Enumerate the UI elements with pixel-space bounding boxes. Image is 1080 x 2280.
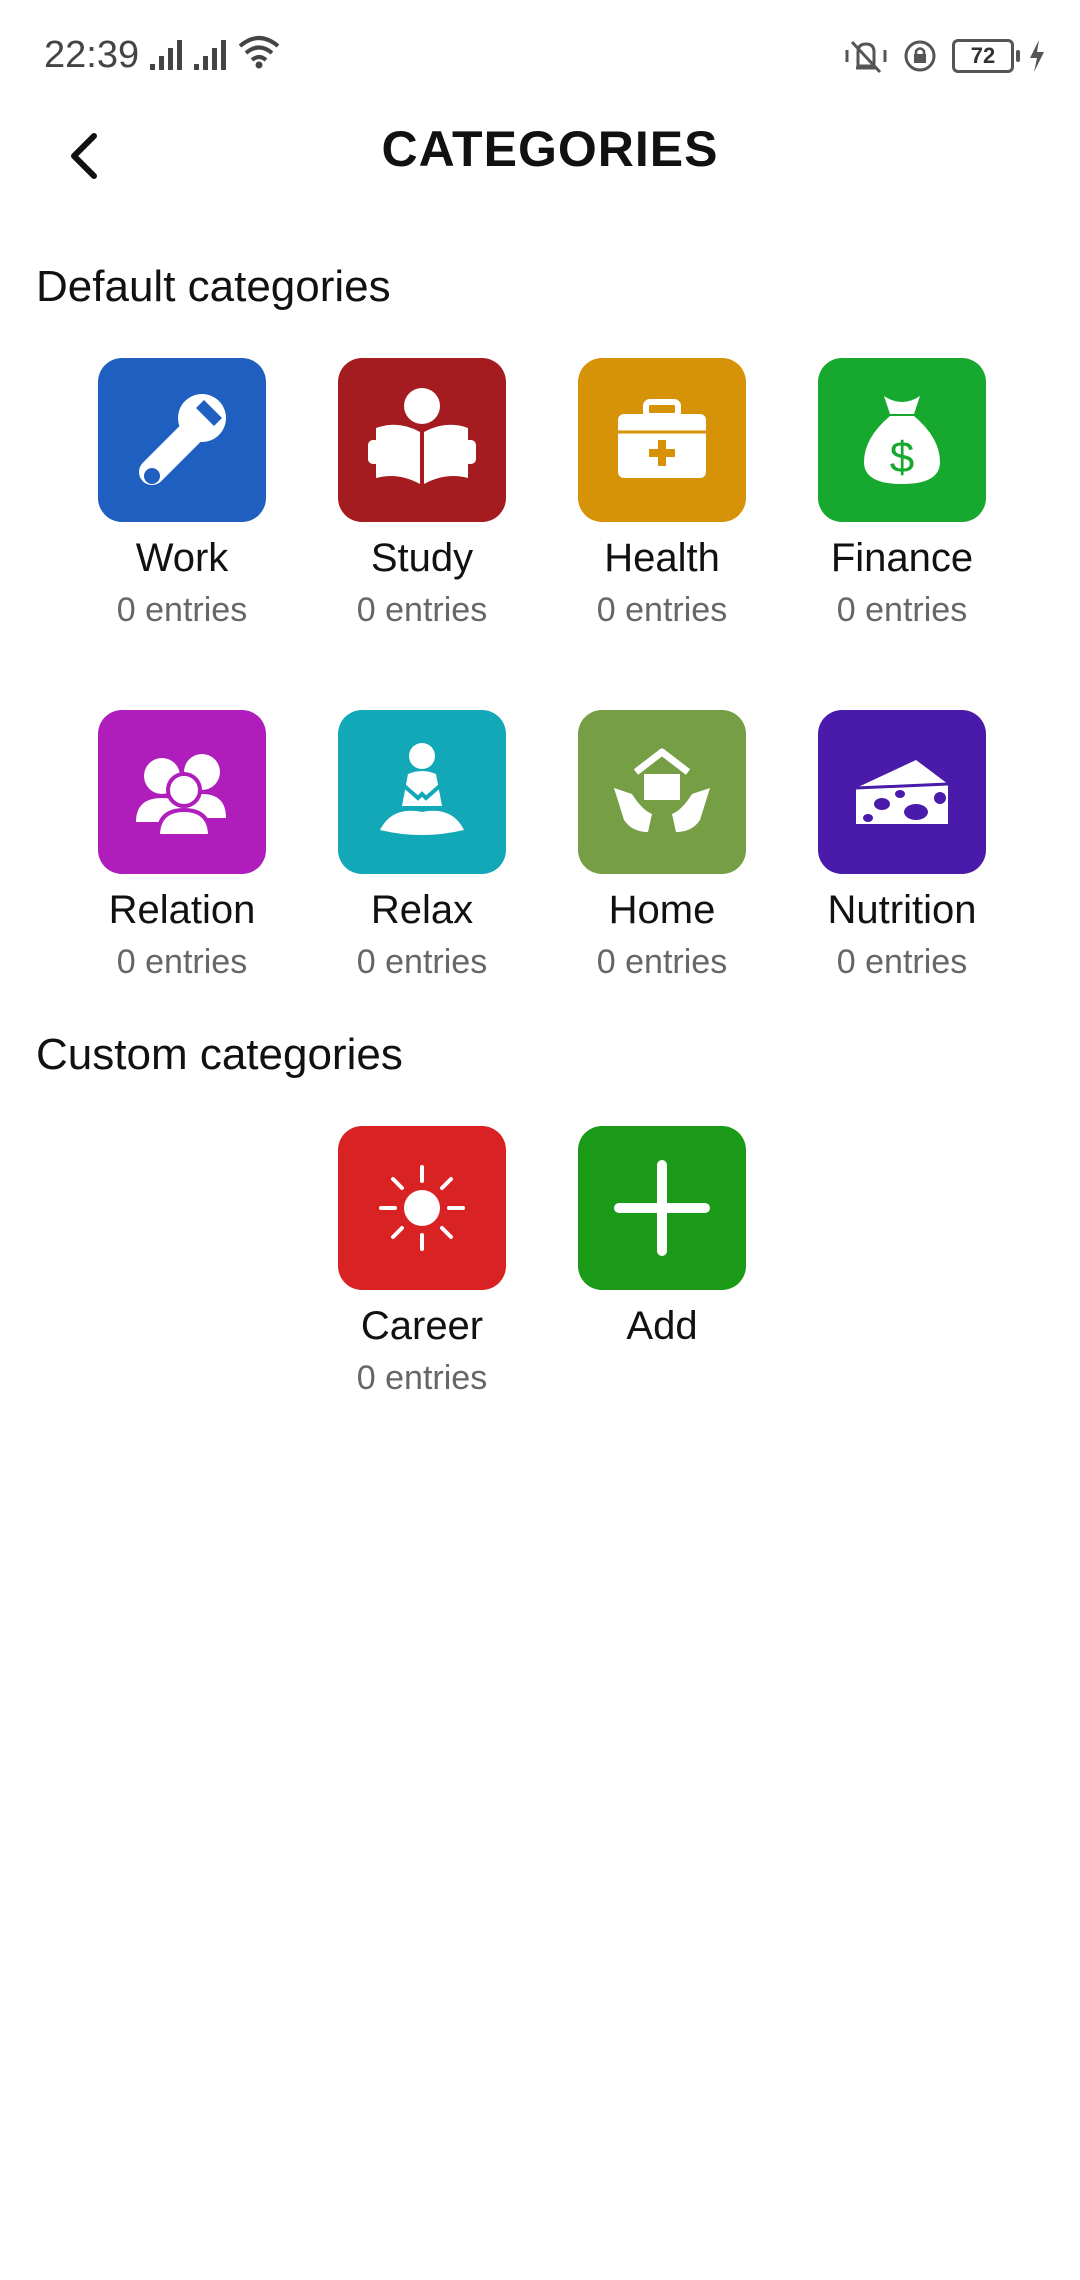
charging-icon xyxy=(1030,40,1044,72)
category-finance-icon-box: $ xyxy=(818,358,986,522)
custom-categories-heading: Custom categories xyxy=(36,1030,403,1079)
category-count: 0 entries xyxy=(116,591,248,629)
sun-icon xyxy=(379,1165,465,1251)
category-count: 0 entries xyxy=(596,591,728,629)
category-relation[interactable]: Relation 0 entries xyxy=(62,710,302,982)
meditation-icon xyxy=(380,743,464,835)
status-time: 22:39 xyxy=(44,34,140,76)
category-label: Nutrition xyxy=(827,888,977,932)
cheese-icon xyxy=(855,760,949,824)
category-label: Finance xyxy=(830,536,974,580)
status-bar: 22:39 72 xyxy=(0,0,1080,110)
category-nutrition[interactable]: Nutrition 0 entries xyxy=(782,710,1022,982)
category-work[interactable]: Work 0 entries xyxy=(62,358,302,630)
category-count: 0 entries xyxy=(836,591,968,629)
category-count: 0 entries xyxy=(116,943,248,981)
category-count: 0 entries xyxy=(356,1359,488,1397)
add-category-icon-box xyxy=(578,1126,746,1290)
category-count: 0 entries xyxy=(836,943,968,981)
svg-text:$: $ xyxy=(890,433,914,482)
category-career-icon-box xyxy=(338,1126,506,1290)
category-work-icon-box xyxy=(98,358,266,522)
category-count: 0 entries xyxy=(356,943,488,981)
plus-icon xyxy=(614,1160,710,1256)
category-relation-icon-box xyxy=(98,710,266,874)
add-category-button[interactable]: Add xyxy=(542,1126,782,1349)
category-relax-icon-box xyxy=(338,710,506,874)
category-health-icon-box xyxy=(578,358,746,522)
wifi-icon xyxy=(238,36,280,69)
category-label: Career xyxy=(360,1304,484,1348)
money-bag-icon: $ xyxy=(864,396,940,484)
cell-signal-1-icon xyxy=(150,40,182,70)
category-relax[interactable]: Relax 0 entries xyxy=(302,710,542,982)
category-nutrition-icon-box xyxy=(818,710,986,874)
category-label: Study xyxy=(370,536,474,580)
add-label: Add xyxy=(626,1304,698,1348)
category-home[interactable]: Home 0 entries xyxy=(542,710,782,982)
category-count: 0 entries xyxy=(356,591,488,629)
medkit-icon xyxy=(618,399,706,478)
category-study-icon-box xyxy=(338,358,506,522)
battery-indicator: 72 xyxy=(952,39,1020,73)
category-career[interactable]: Career 0 entries xyxy=(302,1126,542,1398)
category-label: Relax xyxy=(370,888,474,932)
reading-icon xyxy=(368,388,476,484)
category-label: Home xyxy=(608,888,716,932)
vibrate-mute-icon xyxy=(845,40,887,74)
people-icon xyxy=(136,754,226,838)
rotation-lock-icon xyxy=(904,40,936,72)
category-health[interactable]: Health 0 entries xyxy=(542,358,782,630)
app-header: CATEGORIES xyxy=(0,110,1080,260)
category-label: Work xyxy=(135,536,229,580)
default-categories-heading: Default categories xyxy=(36,262,391,311)
page-title: CATEGORIES xyxy=(381,121,719,177)
category-count: 0 entries xyxy=(596,943,728,981)
cell-signal-2-icon xyxy=(194,40,226,70)
category-label: Health xyxy=(604,536,720,580)
house-hands-icon xyxy=(614,748,710,832)
category-study[interactable]: Study 0 entries xyxy=(302,358,542,630)
category-label: Relation xyxy=(108,888,256,932)
category-home-icon-box xyxy=(578,710,746,874)
tools-icon xyxy=(139,394,226,485)
category-finance[interactable]: $ Finance 0 entries xyxy=(782,358,1022,630)
